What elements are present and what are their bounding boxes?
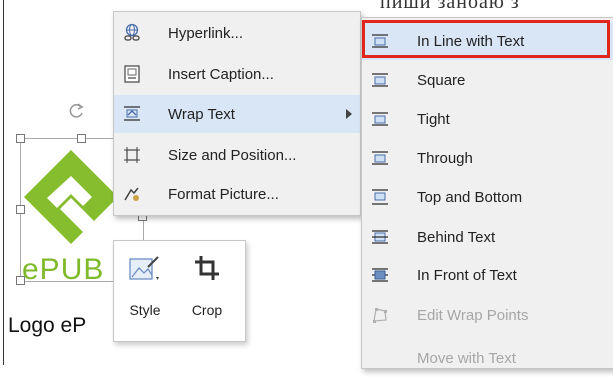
menu-item-label: In Front of Text (417, 266, 517, 284)
through-wrap-icon (370, 148, 390, 168)
menu-item-label: Top and Bottom (417, 188, 523, 206)
menu-item-hyperlink[interactable]: Hyperlink... (114, 14, 360, 52)
rotate-handle-icon[interactable] (66, 101, 86, 121)
square-wrap-icon (370, 70, 390, 90)
menu-item-format-picture[interactable]: Format Picture... (114, 175, 360, 213)
crop-label: Crop (191, 302, 223, 318)
submenu-item-top-bottom[interactable]: Top and Bottom (362, 178, 613, 216)
menu-item-label: Through (417, 149, 473, 167)
epub-logo-icon (24, 150, 118, 244)
menu-item-label: Edit Wrap Points (417, 306, 529, 324)
menu-item-label: Square (417, 71, 466, 89)
size-position-icon (122, 145, 142, 165)
submenu-item-in-front[interactable]: In Front of Text (362, 256, 613, 294)
wrap-text-icon (122, 104, 142, 124)
submenu-item-inline[interactable]: In Line with Text (362, 22, 613, 60)
submenu-item-behind-text[interactable]: Behind Text (362, 218, 613, 256)
format-picture-icon (122, 184, 142, 204)
menu-item-wrap-text[interactable]: Wrap Text (114, 95, 360, 133)
submenu-arrow-icon (346, 109, 352, 119)
tight-wrap-icon (370, 109, 390, 129)
style-label: Style (129, 302, 161, 318)
menu-item-label: In Line with Text (417, 32, 525, 50)
logo-text: ePUB (22, 253, 105, 286)
behind-text-icon (370, 227, 390, 247)
top-bottom-wrap-icon (370, 187, 390, 207)
menu-item-label: Behind Text (417, 228, 496, 246)
menu-item-label: Hyperlink... (168, 24, 244, 42)
in-front-text-icon (370, 265, 390, 285)
resize-handle-n[interactable] (77, 134, 86, 143)
submenu-item-edit-wrap-points: Edit Wrap Points (362, 296, 613, 334)
menu-item-label: Tight (417, 110, 450, 128)
hyperlink-icon (122, 23, 142, 43)
document-text-fragment: пиши заноаю з (380, 0, 520, 13)
menu-item-size-position[interactable]: Size and Position... (114, 136, 360, 174)
mini-toolbar: Style Crop (113, 240, 246, 342)
menu-item-label: Move with Text (417, 349, 516, 367)
resize-handle-nw[interactable] (16, 134, 25, 143)
page-edge (3, 0, 4, 365)
menu-item-label: Insert Caption... (168, 65, 274, 83)
crop-button[interactable]: Crop (176, 241, 238, 341)
menu-item-insert-caption[interactable]: Insert Caption... (114, 55, 360, 93)
edit-wrap-points-icon (370, 305, 390, 325)
submenu-item-move-with-text: Move with Text (362, 339, 613, 377)
picture-style-icon (129, 256, 159, 280)
image-caption: Logo eP (8, 314, 87, 337)
submenu-item-tight[interactable]: Tight (362, 100, 613, 138)
crop-icon (195, 256, 219, 280)
submenu-item-square[interactable]: Square (362, 61, 613, 99)
menu-item-label: Format Picture... (168, 185, 279, 203)
menu-item-label: Wrap Text (168, 105, 235, 123)
wrap-text-submenu: In Line with Text Square Tight Through T… (361, 17, 613, 369)
style-button[interactable]: Style (114, 241, 176, 341)
menu-item-label: Size and Position... (168, 146, 297, 164)
submenu-item-through[interactable]: Through (362, 139, 613, 177)
insert-caption-icon (122, 64, 142, 84)
context-menu: Hyperlink... Insert Caption... Wrap Text (113, 11, 361, 216)
inline-wrap-icon (370, 31, 390, 51)
